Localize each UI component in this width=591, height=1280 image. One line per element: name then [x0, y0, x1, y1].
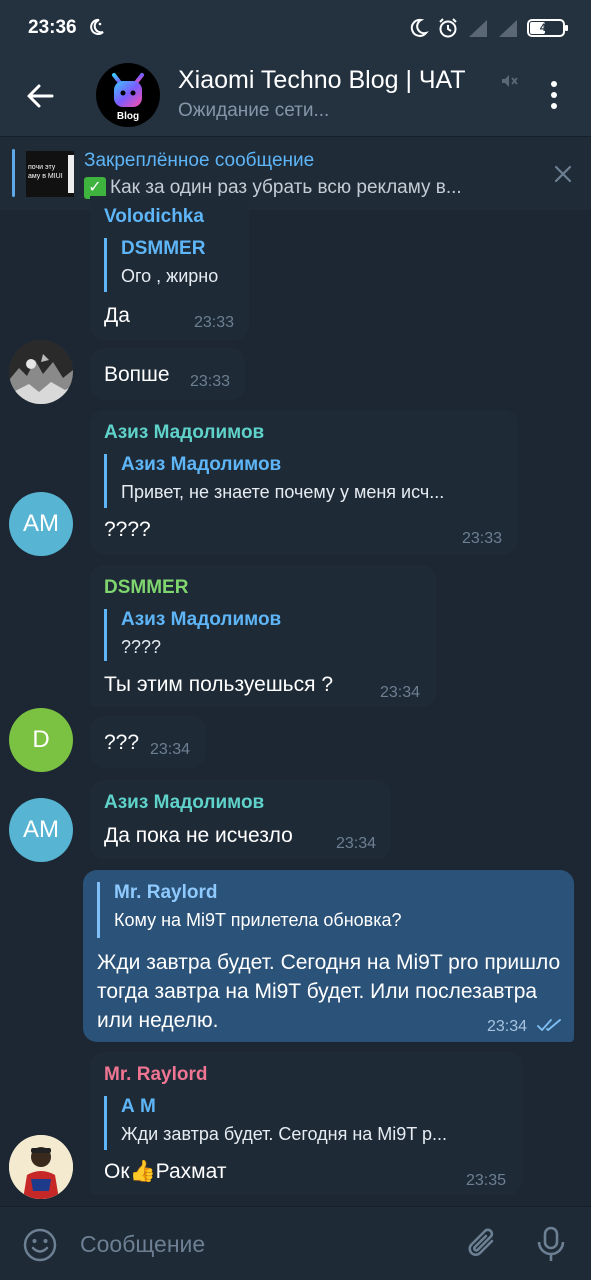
- reply-quote[interactable]: DSMMER Ого , жирно: [104, 238, 218, 292]
- message-time: 23:34: [336, 835, 377, 852]
- avatar-initials: D: [32, 726, 50, 753]
- message-time: 23:33: [194, 314, 235, 331]
- message-sender: Mr. Raylord: [104, 1064, 208, 1085]
- message-text: Да пока не исчезло: [104, 824, 293, 847]
- avatar-initials: AM: [23, 816, 59, 843]
- message-sender: Volodichka: [104, 206, 204, 227]
- message-sender: Азиз Мадолимов: [104, 422, 265, 443]
- status-bar: 23:36 47: [0, 0, 591, 56]
- user-avatar-am[interactable]: AM: [9, 798, 73, 862]
- message-text: Вопше: [104, 363, 170, 386]
- user-avatar[interactable]: [9, 340, 73, 404]
- close-icon[interactable]: [552, 163, 574, 185]
- reply-author: Азиз Мадолимов: [121, 609, 282, 630]
- reply-quote[interactable]: Азиз Мадолимов ????: [104, 609, 281, 661]
- message-text: ????: [104, 518, 151, 541]
- muted-speaker-icon: [502, 75, 518, 87]
- avatar-initials: AM: [23, 510, 59, 537]
- user-avatar-d[interactable]: D: [9, 708, 73, 772]
- reply-text: ????: [121, 637, 162, 657]
- message-input-bar: Сообщение: [0, 1206, 591, 1280]
- reply-text: Привет, не знаете почему у меня исч...: [121, 482, 445, 502]
- status-time: 23:36: [28, 17, 77, 38]
- pinned-thumb-stripe: [68, 155, 74, 193]
- pinned-title: Закреплённое сообщение: [84, 150, 315, 171]
- message-time: 23:34: [150, 741, 191, 758]
- reply-quote[interactable]: А М Жди завтра будет. Сегодня на Mi9T р.…: [104, 1096, 447, 1150]
- reply-text: Ого , жирно: [121, 266, 219, 286]
- message-text: Ты этим пользуешься ?: [104, 673, 334, 696]
- chat-status: Ожидание сети...: [178, 100, 330, 121]
- message-text: Ок👍Рахмат: [104, 1160, 227, 1183]
- emoji-icon[interactable]: [22, 1227, 58, 1263]
- avatar-photo-icon: [9, 1135, 73, 1199]
- chat-avatar[interactable]: Blog: [96, 63, 160, 127]
- reply-text: Кому на Mi9T прилетела обновка?: [114, 910, 402, 930]
- message-time: 23:35: [466, 1172, 507, 1189]
- reply-text: Жди завтра будет. Сегодня на Mi9T р...: [121, 1124, 447, 1144]
- message-bubble[interactable]: Азиз Мадолимов Да пока не исчезло 23:34: [90, 780, 391, 859]
- message-text: Да: [104, 304, 130, 327]
- more-options-icon[interactable]: [546, 80, 562, 110]
- message-bubble[interactable]: Volodichka DSMMER Ого , жирно Да 23:33: [90, 196, 249, 340]
- signal-2-icon: [499, 20, 517, 37]
- dnd-moon-icon: [90, 18, 104, 35]
- chat-header: Blog Xiaomi Techno Blog | ЧАТ Ожидание с…: [0, 56, 591, 136]
- avatar-photo-icon: [9, 340, 73, 404]
- microphone-icon[interactable]: [534, 1225, 568, 1263]
- attach-icon[interactable]: [464, 1225, 502, 1263]
- logo-text: Blog: [117, 111, 139, 122]
- pinned-thumbnail: почи эту аму в MIUI: [26, 151, 74, 197]
- message-bubble[interactable]: Mr. Raylord А М Жди завтра будет. Сегодн…: [90, 1052, 522, 1195]
- reply-quote[interactable]: Mr. Raylord Кому на Mi9T прилетела обнов…: [97, 882, 402, 938]
- reply-author: Mr. Raylord: [114, 882, 218, 903]
- back-arrow-icon[interactable]: [22, 78, 58, 114]
- message-time: 23:34: [487, 1018, 528, 1035]
- chat-title[interactable]: Xiaomi Techno Blog | ЧАТ: [178, 66, 466, 95]
- message-bubble[interactable]: DSMMER Азиз Мадолимов ???? Ты этим польз…: [90, 565, 436, 707]
- message-bubble[interactable]: Азиз Мадолимов Азиз Мадолимов Привет, не…: [90, 410, 518, 554]
- message-bubble[interactable]: ??? 23:34: [90, 716, 206, 768]
- reply-author: DSMMER: [121, 238, 206, 259]
- battery-indicator: 47: [527, 19, 568, 37]
- moon-icon: [410, 18, 429, 37]
- message-time: 23:33: [462, 530, 503, 547]
- pinned-thumb-text: почи эту аму в MIUI: [28, 164, 63, 180]
- message-text: ???: [104, 731, 140, 754]
- signal-icon: [469, 20, 487, 37]
- message-sender: DSMMER: [104, 577, 189, 598]
- outgoing-message-bubble[interactable]: Mr. Raylord Кому на Mi9T прилетела обнов…: [83, 870, 574, 1042]
- message-time: 23:33: [190, 373, 231, 390]
- message-time: 23:34: [380, 684, 421, 701]
- pinned-indicator: [12, 149, 15, 197]
- blog-logo-icon: Blog: [112, 73, 144, 122]
- alarm-icon: [439, 18, 457, 38]
- user-avatar[interactable]: [9, 1135, 73, 1199]
- reply-author: Азиз Мадолимов: [121, 454, 282, 475]
- battery-level: 47: [539, 22, 553, 34]
- user-avatar-am[interactable]: AM: [9, 492, 73, 556]
- message-bubble[interactable]: Вопше 23:33: [90, 348, 245, 400]
- reply-quote[interactable]: Азиз Мадолимов Привет, не знаете почему …: [104, 454, 444, 508]
- pinned-message-bar[interactable]: почи эту аму в MIUI Закреплённое сообщен…: [0, 136, 591, 210]
- message-sender: Азиз Мадолимов: [104, 792, 265, 813]
- read-ticks-icon: [537, 1019, 561, 1031]
- status-icons: 47: [407, 16, 568, 40]
- message-input[interactable]: Сообщение: [80, 1231, 205, 1258]
- reply-author: А М: [121, 1096, 156, 1117]
